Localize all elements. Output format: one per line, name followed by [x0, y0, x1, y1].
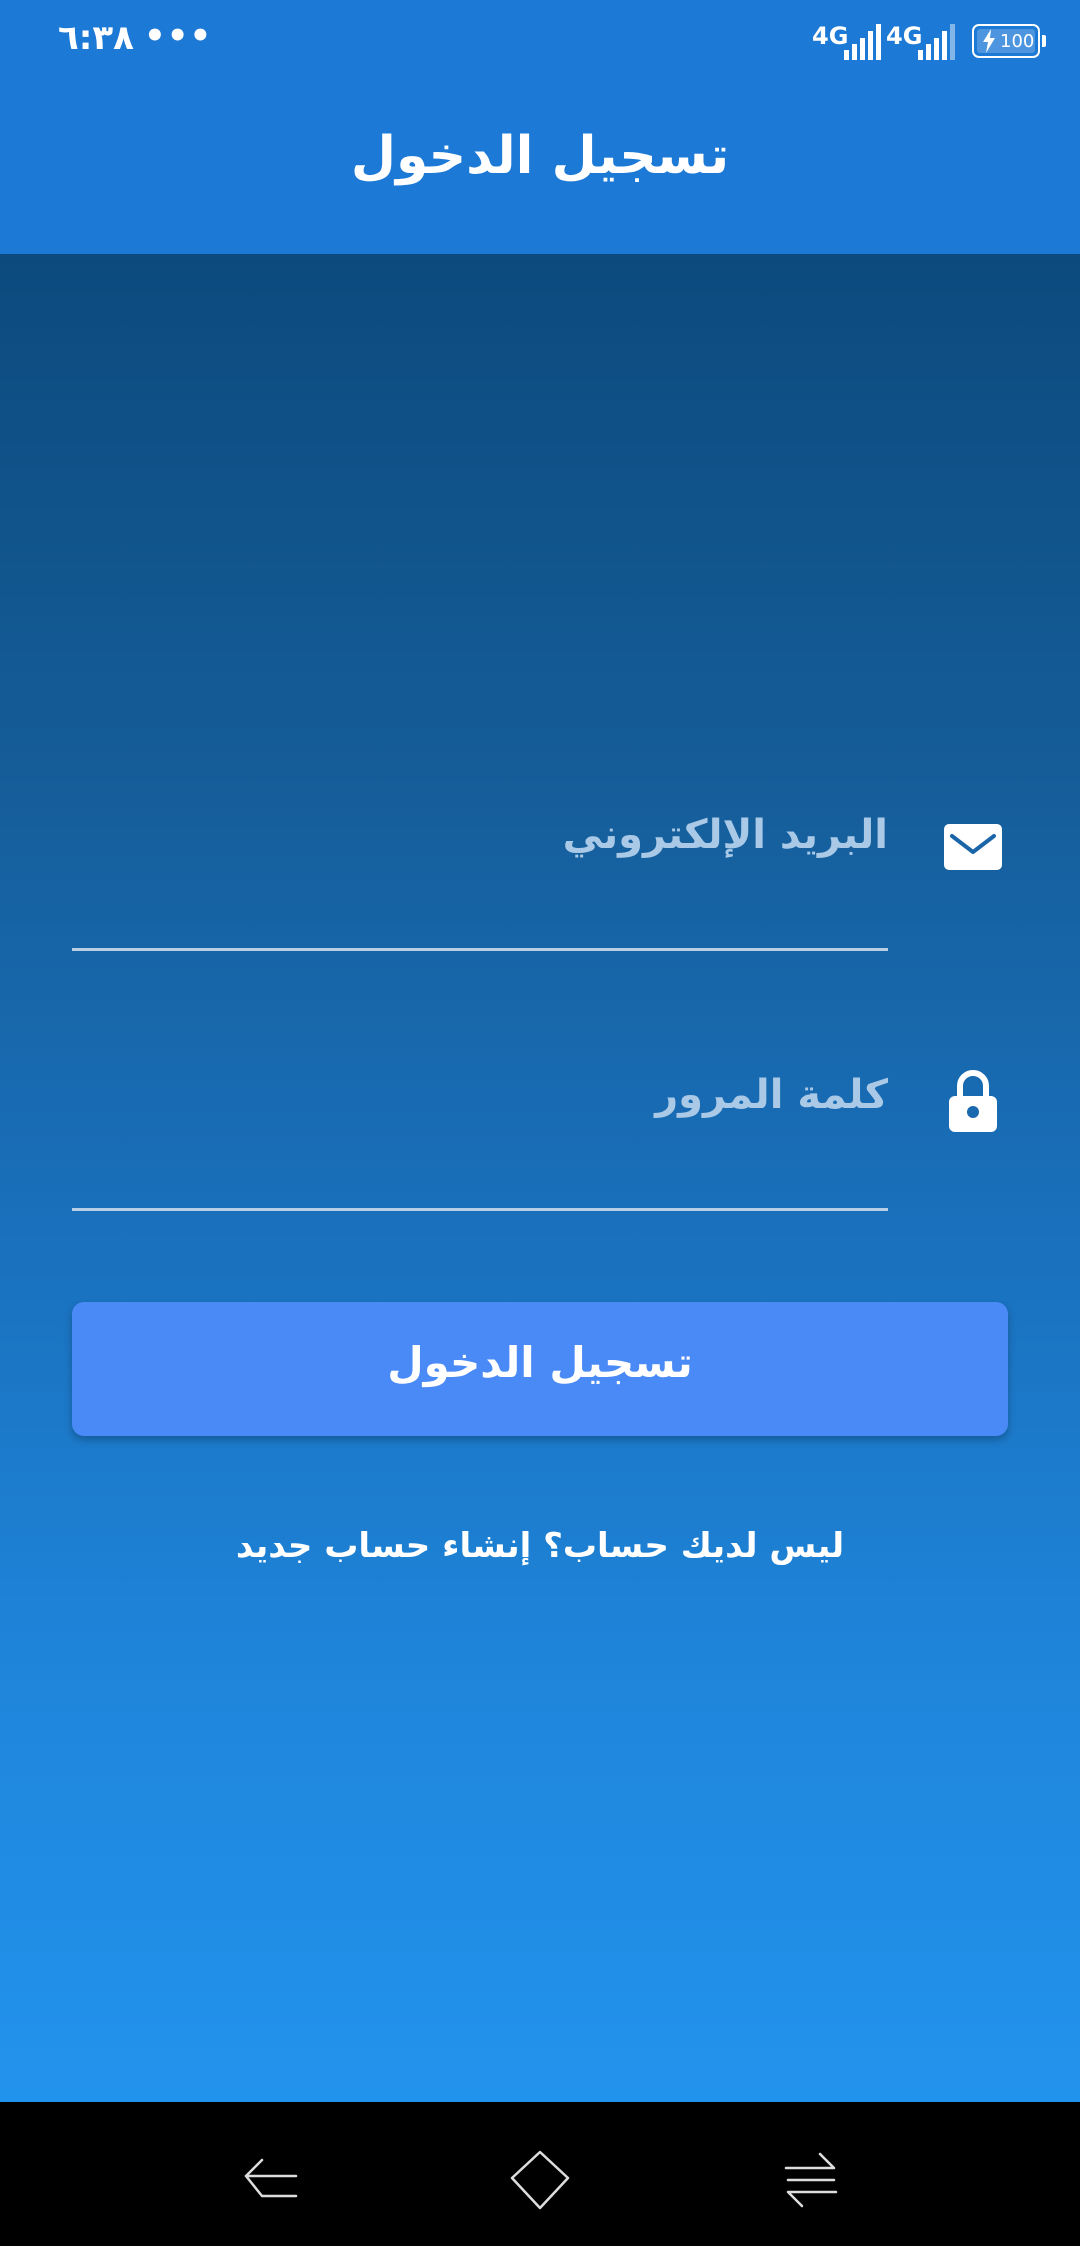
- create-account-link[interactable]: ليس لديك حساب؟ إنشاء حساب جديد: [0, 1526, 1080, 1566]
- notification-dots: •••: [144, 16, 213, 56]
- password-underline: [72, 1208, 888, 1211]
- envelope-icon: [944, 824, 1002, 870]
- back-icon[interactable]: [234, 2146, 304, 2216]
- page-title: تسجيل الدخول: [350, 126, 730, 186]
- email-underline: [72, 948, 888, 951]
- email-field[interactable]: البريد الإلكتروني: [72, 812, 1008, 952]
- login-button[interactable]: تسجيل الدخول: [72, 1302, 1008, 1436]
- email-placeholder: البريد الإلكتروني: [562, 812, 888, 858]
- status-bar: ٦:٣٨ ••• 4G 4G 100: [0, 0, 1080, 80]
- system-nav-bar: [0, 2102, 1080, 2246]
- status-time: ٦:٣٨: [58, 18, 134, 58]
- charging-bolt-icon: [983, 29, 995, 53]
- recents-icon[interactable]: [776, 2146, 846, 2216]
- password-placeholder: كلمة المرور: [655, 1072, 888, 1118]
- battery-icon: 100: [972, 24, 1046, 58]
- login-form-area: البريد الإلكتروني كلمة المرور تسجيل الدخ…: [0, 254, 1080, 2102]
- signal-icon: [918, 24, 955, 60]
- login-button-label: تسجيل الدخول: [387, 1338, 693, 1387]
- home-icon[interactable]: [505, 2146, 575, 2216]
- password-field[interactable]: كلمة المرور: [72, 1070, 1008, 1212]
- app-bar: تسجيل الدخول: [0, 80, 1080, 254]
- lock-icon: [949, 1070, 997, 1132]
- signal-icon: [844, 24, 881, 60]
- battery-level: 100: [1000, 31, 1035, 52]
